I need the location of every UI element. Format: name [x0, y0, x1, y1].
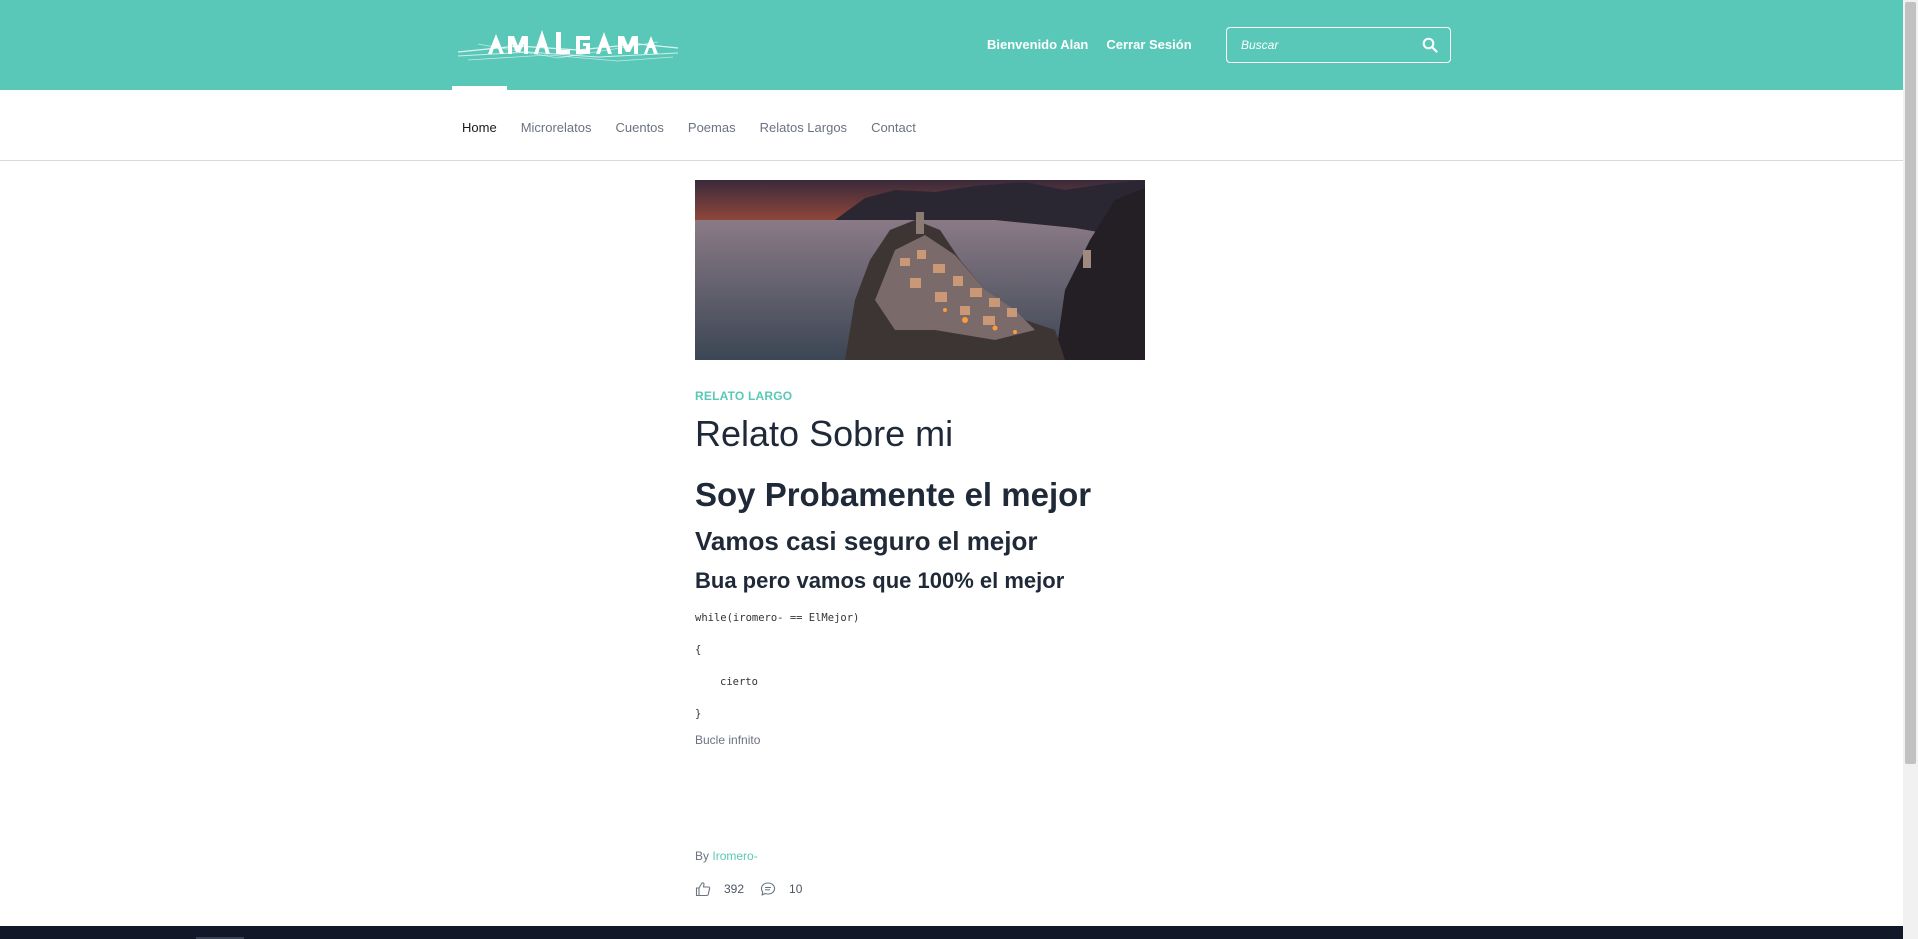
search-icon[interactable] [1422, 37, 1438, 53]
site-logo[interactable] [458, 24, 678, 68]
article-heading-3: Bua pero vamos que 100% el mejor [695, 568, 1065, 593]
article-byline: By Iromero- [695, 849, 758, 863]
thumbs-up-icon[interactable] [695, 881, 711, 897]
nav-item-relatos-largos[interactable]: Relatos Largos [760, 120, 847, 135]
search-input[interactable] [1227, 28, 1407, 61]
coastal-town-photo [695, 180, 1145, 360]
article-heading-1: Soy Probamente el mejor [695, 476, 1092, 513]
top-header: Bienvenido Alan Cerrar Sesión [0, 0, 1903, 90]
article-title: Relato Sobre mi [695, 413, 954, 454]
article-stats: 392 10 [695, 881, 818, 897]
search-box [1226, 27, 1451, 63]
comment-icon[interactable] [760, 881, 776, 897]
footer-strip [0, 926, 1903, 939]
active-nav-indicator [452, 86, 507, 90]
code-block: while(iromero- == ElMejor) { cierto } [695, 602, 859, 730]
welcome-user-link[interactable]: Bienvenido Alan [987, 37, 1088, 52]
logout-link[interactable]: Cerrar Sesión [1106, 37, 1191, 52]
comment-count: 10 [789, 882, 803, 896]
like-count: 392 [724, 882, 745, 896]
by-label: By [695, 849, 710, 863]
logo-graphic [458, 30, 678, 62]
code-line: cierto [720, 676, 758, 688]
main-nav [0, 90, 1903, 161]
nav-item-cuentos[interactable]: Cuentos [615, 120, 663, 135]
author-link[interactable]: Iromero- [712, 849, 757, 863]
article-category[interactable]: RELATO LARGO [695, 389, 792, 403]
code-line: { [695, 644, 702, 656]
nav-item-contact[interactable]: Contact [871, 120, 916, 135]
nav-menu: Home Microrelatos Cuentos Poemas Relatos… [462, 120, 940, 135]
user-links: Bienvenido Alan Cerrar Sesión [987, 37, 1192, 52]
code-line: } [695, 708, 702, 720]
nav-item-home[interactable]: Home [462, 120, 497, 135]
nav-item-microrelatos[interactable]: Microrelatos [521, 120, 592, 135]
nav-item-poemas[interactable]: Poemas [688, 120, 736, 135]
article-hero-image [695, 180, 1145, 360]
scrollbar-thumb[interactable] [1905, 2, 1916, 764]
article-heading-2: Vamos casi seguro el mejor [695, 526, 1038, 556]
code-line: while(iromero- == ElMejor) [695, 612, 860, 624]
article-note: Bucle infnito [695, 733, 761, 747]
